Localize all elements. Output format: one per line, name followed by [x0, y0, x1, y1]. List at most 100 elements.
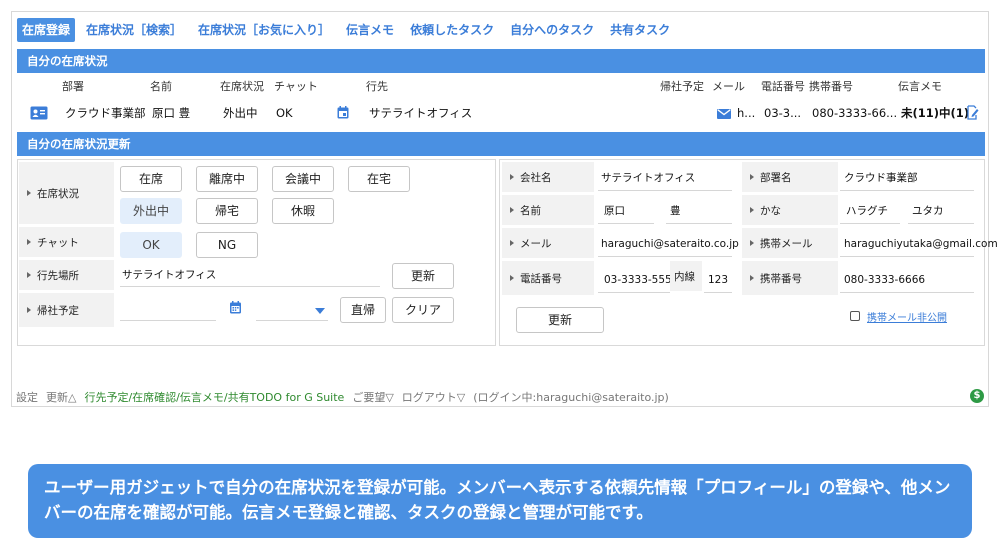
kana-last-underline [840, 223, 900, 224]
footer-settings[interactable]: 設定 [16, 389, 38, 405]
mail-input[interactable]: haraguchi@sateraito.co.jp [601, 237, 739, 251]
profile-card-icon[interactable] [30, 106, 48, 120]
status-btn-gone-home[interactable]: 帰宅 [196, 198, 258, 224]
phone-input[interactable]: 03-3333-5555 [604, 273, 670, 287]
label-phone: 電話番号 [502, 261, 594, 295]
row-dept: クラウド事業部 [65, 106, 146, 120]
tab-status-register[interactable]: 在席登録 [17, 18, 76, 42]
label-return: 帰社予定 [19, 293, 114, 327]
col-memo: 伝言メモ [898, 80, 942, 93]
phone-underline [598, 292, 670, 293]
mobile-mail-underline [840, 256, 974, 257]
caption-banner: ユーザー用ガジェットで自分の在席状況を登録が可能。メンバーへ表示する依頼先情報「… [28, 464, 972, 538]
row-status: 外出中 [223, 106, 258, 120]
return-time-underline [256, 320, 328, 321]
col-return: 帰社予定 [660, 80, 704, 93]
extension-input[interactable]: 123 [708, 273, 728, 287]
tab-status-favorites[interactable]: 在席状況［お気に入り］ [193, 18, 335, 42]
col-mobile: 携帯番号 [809, 80, 853, 93]
label-company: 会社名 [502, 162, 594, 192]
mobile-mail-input[interactable]: haraguchiyutaka@gmail.com [844, 237, 998, 251]
col-phone: 電話番号 [761, 80, 805, 93]
last-name-input[interactable]: 原口 [604, 204, 625, 218]
return-date-underline [120, 320, 216, 321]
col-mail: メール [712, 80, 745, 93]
footer-product-link[interactable]: 行先予定/在席確認/伝言メモ/共有TODO for G Suite [84, 389, 344, 405]
label-mail: メール [502, 228, 594, 258]
first-name-underline [666, 223, 732, 224]
status-btn-away[interactable]: 離席中 [196, 166, 258, 192]
status-btn-out[interactable]: 外出中 [120, 198, 182, 224]
footer-update[interactable]: 更新△ [46, 389, 76, 405]
footer: 設定 更新△ 行先予定/在席確認/伝言メモ/共有TODO for G Suite… [16, 389, 677, 405]
col-name: 名前 [150, 80, 172, 93]
private-mobile-mail-checkbox[interactable] [850, 311, 860, 321]
kana-first-underline [908, 223, 974, 224]
chat-btn-ok[interactable]: OK [120, 232, 182, 258]
first-name-input[interactable]: 豊 [670, 204, 681, 218]
footer-logout[interactable]: ログアウト▽ [402, 389, 465, 405]
tab-status-search[interactable]: 在席状況［検索］ [81, 18, 187, 42]
label-name: 名前 [502, 195, 594, 225]
dept-input[interactable]: クラウド事業部 [844, 171, 918, 185]
direct-home-button[interactable]: 直帰 [340, 297, 386, 323]
row-name: 原口 豊 [152, 106, 191, 120]
tab-memo[interactable]: 伝言メモ [341, 18, 399, 42]
tab-shared-tasks[interactable]: 共有タスク [605, 18, 675, 42]
chevron-down-icon[interactable] [315, 308, 325, 314]
row-mail[interactable]: h... [737, 105, 755, 121]
col-destination: 行先 [366, 80, 388, 93]
col-chat: チャット [274, 80, 318, 93]
label-mobile: 携帯番号 [742, 261, 838, 295]
tab-my-tasks[interactable]: 自分へのタスク [505, 18, 599, 42]
label-chat: チャット [19, 227, 114, 257]
label-dept: 部署名 [742, 162, 838, 192]
tab-requested-tasks[interactable]: 依頼したタスク [405, 18, 499, 42]
destination-update-button[interactable]: 更新 [392, 263, 454, 289]
private-mobile-mail-label[interactable]: 携帯メール非公開 [867, 309, 947, 324]
status-update-panel: 在席状況 チャット 行先場所 帰社予定 在席 離席中 会議中 在宅 外出中 帰宅… [17, 159, 496, 346]
last-name-underline [598, 223, 654, 224]
company-underline [598, 190, 732, 191]
row-memo[interactable]: 未(11)中(1) [901, 105, 969, 121]
row-phone: 03-3... [764, 106, 802, 120]
label-destination: 行先場所 [19, 260, 114, 290]
col-status: 在席状況 [220, 80, 264, 93]
mobile-input[interactable]: 080-3333-6666 [844, 273, 925, 287]
footer-login-info: (ログイン中:haraguchi@sateraito.jp) [473, 391, 669, 404]
row-mobile: 080-3333-66... [812, 106, 898, 120]
status-update-header: 自分の在席状況更新 [17, 132, 985, 156]
destination-input[interactable]: サテライトオフィス [122, 268, 216, 282]
destination-underline [120, 286, 380, 287]
edit-icon[interactable] [967, 105, 979, 120]
mail-underline [598, 256, 732, 257]
company-input[interactable]: サテライトオフィス [601, 171, 695, 185]
sateraito-logo-icon: $ [970, 389, 984, 403]
gadget-frame: 在席登録 在席状況［検索］ 在席状況［お気に入り］ 伝言メモ 依頼したタスク 自… [11, 11, 998, 407]
row-chat: OK [276, 106, 293, 120]
status-btn-home[interactable]: 在宅 [348, 166, 410, 192]
status-btn-in[interactable]: 在席 [120, 166, 182, 192]
profile-update-button[interactable]: 更新 [516, 307, 604, 333]
dept-underline [840, 190, 974, 191]
extension-underline [704, 292, 732, 293]
label-kana: かな [742, 195, 838, 225]
kana-first-input[interactable]: ユタカ [912, 204, 944, 218]
tab-bar: 在席登録 在席状況［検索］ 在席状況［お気に入り］ 伝言メモ 依頼したタスク 自… [17, 17, 681, 43]
label-status: 在席状況 [19, 162, 114, 224]
mobile-underline [840, 292, 974, 293]
status-btn-meeting[interactable]: 会議中 [272, 166, 334, 192]
label-mobile-mail: 携帯メール [742, 228, 838, 258]
label-extension: 内線 [670, 261, 702, 291]
row-destination: サテライトオフィス [369, 106, 473, 120]
mail-icon[interactable] [717, 109, 731, 119]
calendar-icon[interactable] [337, 106, 349, 119]
return-calendar-icon[interactable] [229, 301, 242, 314]
footer-request[interactable]: ご要望▽ [352, 389, 393, 405]
kana-last-input[interactable]: ハラグチ [846, 204, 888, 218]
my-status-header: 自分の在席状況 [17, 49, 985, 73]
clear-button[interactable]: クリア [392, 297, 454, 323]
status-btn-vacation[interactable]: 休暇 [272, 198, 334, 224]
profile-panel: 会社名 名前 メール 電話番号 サテライトオフィス 原口 豊 haraguchi… [499, 159, 998, 346]
chat-btn-ng[interactable]: NG [196, 232, 258, 258]
